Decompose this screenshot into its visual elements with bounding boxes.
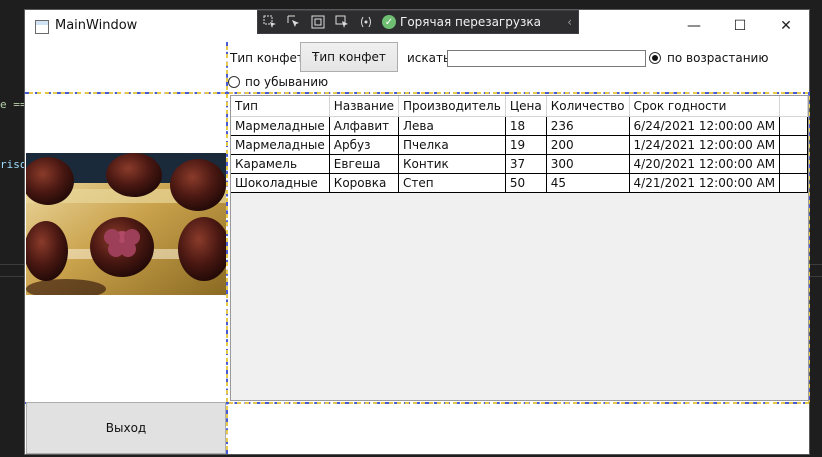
candy-table: Тип Название Производитель Цена Количест…	[231, 96, 808, 193]
ide-code-fragment: e ==	[0, 98, 27, 111]
cell-expiry[interactable]: 1/24/2021 12:00:00 AM	[629, 135, 781, 155]
layout-guide-horizontal	[25, 92, 809, 94]
collapse-toolbar-icon[interactable]: ‹	[567, 15, 572, 29]
cell-expiry[interactable]: 4/20/2021 12:00:00 AM	[629, 154, 781, 174]
cell-manufacturer[interactable]: Лева	[398, 116, 506, 136]
maximize-button[interactable]: ☐	[717, 10, 763, 42]
main-window: MainWindow — ☐ ✕ Тип конфет: Тип конфет …	[24, 9, 810, 455]
adorner-icon	[311, 15, 325, 29]
exit-button[interactable]: Выход	[26, 402, 226, 454]
layout-guide-vertical	[226, 42, 228, 454]
column-header-manufacturer[interactable]: Производитель	[398, 96, 506, 117]
cell-expiry[interactable]: 4/21/2021 12:00:00 AM	[629, 173, 781, 193]
table-row[interactable]: Шоколадные Коровка Степ 50 45 4/21/2021 …	[231, 173, 808, 193]
cell-type[interactable]: Мармеладные	[231, 116, 330, 136]
column-header-name[interactable]: Название	[329, 96, 400, 117]
search-input[interactable]	[447, 50, 646, 67]
hot-reload-label[interactable]: Горячая перезагрузка	[400, 15, 541, 29]
cursor-icon	[287, 15, 299, 27]
sort-ascending-radio[interactable]	[649, 52, 661, 64]
ide-code-fragment: riso	[0, 158, 27, 171]
column-header-expiry[interactable]: Срок годности	[629, 96, 781, 117]
table-row[interactable]: Карамель Евгеша Контик 37 300 4/20/2021 …	[231, 154, 808, 174]
close-button[interactable]: ✕	[763, 10, 809, 42]
cell-price[interactable]: 50	[505, 173, 547, 193]
cell-quantity[interactable]: 200	[546, 135, 630, 155]
table-header-row: Тип Название Производитель Цена Количест…	[231, 96, 808, 117]
candy-type-label: Тип конфет:	[230, 51, 308, 65]
cell-filler	[779, 154, 808, 174]
track-focus-tool[interactable]	[330, 11, 354, 33]
window-title: MainWindow	[55, 18, 138, 33]
cell-type[interactable]: Шоколадные	[231, 173, 330, 193]
cell-type[interactable]: Мармеладные	[231, 135, 330, 155]
layout-adorners-tool[interactable]	[306, 11, 330, 33]
column-header-quantity[interactable]: Количество	[546, 96, 630, 117]
cell-name[interactable]: Евгеша	[329, 154, 400, 174]
binding-failures-tool[interactable]	[354, 11, 378, 33]
cell-name[interactable]: Арбуз	[329, 135, 400, 155]
cell-price[interactable]: 19	[505, 135, 547, 155]
cell-filler	[779, 135, 808, 155]
table-row[interactable]: Мармеладные Арбуз Пчелка 19 200 1/24/202…	[231, 135, 808, 155]
search-label: искать	[407, 51, 451, 65]
candy-type-combobox[interactable]: Тип конфет ⌄	[300, 42, 398, 72]
close-icon: ✕	[780, 18, 792, 34]
cell-manufacturer[interactable]: Контик	[398, 154, 506, 174]
minimize-button[interactable]: —	[671, 10, 717, 42]
cell-filler	[779, 173, 808, 193]
cell-manufacturer[interactable]: Степ	[398, 173, 506, 193]
candy-photo	[26, 153, 226, 295]
cell-type[interactable]: Карамель	[231, 154, 330, 174]
hot-reload-toolbar: ✓ Горячая перезагрузка ‹	[257, 10, 579, 34]
column-header-type[interactable]: Тип	[231, 96, 330, 117]
hot-reload-status-icon: ✓	[382, 15, 396, 29]
table-row[interactable]: Мармеладные Алфавит Лева 18 236 6/24/202…	[231, 116, 808, 136]
maximize-icon: ☐	[733, 18, 747, 34]
candy-datagrid[interactable]: Тип Название Производитель Цена Количест…	[230, 95, 809, 401]
cell-expiry[interactable]: 6/24/2021 12:00:00 AM	[629, 116, 781, 136]
cell-price[interactable]: 37	[505, 154, 547, 174]
cell-quantity[interactable]: 236	[546, 116, 630, 136]
sort-ascending-label: по возрастанию	[667, 51, 769, 65]
column-header-price[interactable]: Цена	[505, 96, 547, 117]
minimize-icon: —	[687, 18, 701, 34]
sort-descending-radio[interactable]	[228, 76, 240, 88]
select-element-icon	[263, 15, 276, 28]
sort-descending-label: по убыванию	[245, 75, 329, 89]
column-header-filler	[779, 96, 808, 117]
cell-manufacturer[interactable]: Пчелка	[398, 135, 506, 155]
cell-name[interactable]: Коровка	[329, 173, 400, 193]
pointer-tool[interactable]	[282, 11, 306, 33]
cell-name[interactable]: Алфавит	[329, 116, 400, 136]
binding-icon	[361, 16, 371, 28]
chevron-down-icon: ⌄	[312, 50, 320, 60]
select-element-tool[interactable]	[258, 11, 282, 33]
cell-filler	[779, 116, 808, 136]
cell-quantity[interactable]: 300	[546, 154, 630, 174]
focus-icon	[335, 15, 348, 28]
cell-quantity[interactable]: 45	[546, 173, 630, 193]
cell-price[interactable]: 18	[505, 116, 547, 136]
app-window-icon	[35, 20, 49, 34]
